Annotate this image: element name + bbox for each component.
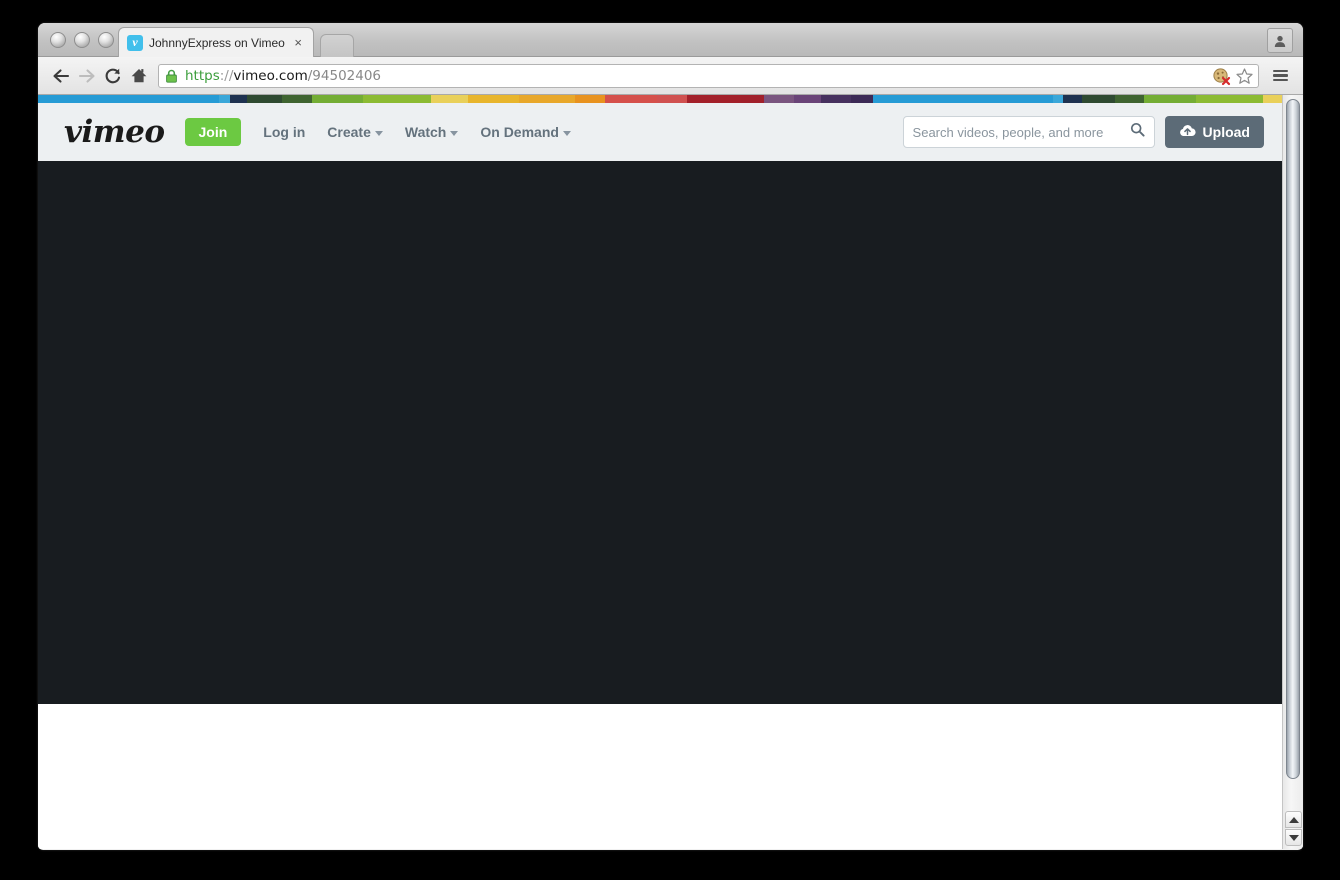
nav-item-label: Create xyxy=(327,124,371,140)
url-separator: :// xyxy=(219,67,234,84)
hamburger-menu-icon[interactable] xyxy=(1267,63,1293,89)
nav-item-on-demand[interactable]: On Demand xyxy=(480,124,571,140)
stripe-segment-6 xyxy=(363,95,432,103)
nav-item-log-in[interactable]: Log in xyxy=(263,124,305,140)
stripe-segment-22 xyxy=(1081,95,1115,103)
url-path: /94502406 xyxy=(307,67,382,84)
nav-item-watch[interactable]: Watch xyxy=(404,124,459,140)
stripe-segment-1 xyxy=(219,95,230,103)
search-icon[interactable] xyxy=(1130,122,1145,142)
url-text: https://vimeo.com/94502406 xyxy=(185,68,381,84)
chevron-down-icon xyxy=(562,130,571,136)
video-player[interactable] xyxy=(38,161,1282,704)
browser-tab[interactable]: v JohnnyExpress on Vimeo × xyxy=(118,27,314,57)
zoom-window-button[interactable] xyxy=(98,32,114,48)
stripe-segment-26 xyxy=(1262,95,1282,103)
stripe-segment-20 xyxy=(1052,95,1063,103)
chevron-down-icon xyxy=(374,130,383,136)
upload-button[interactable]: Upload xyxy=(1164,116,1264,148)
chevron-down-icon xyxy=(450,130,459,136)
nav-item-label: On Demand xyxy=(480,124,559,140)
stripe-segment-9 xyxy=(518,95,575,103)
address-bar[interactable]: https://vimeo.com/94502406 xyxy=(158,63,1259,91)
stripe-segment-11 xyxy=(604,95,658,103)
scroll-up-arrow-icon[interactable] xyxy=(1285,811,1302,828)
stripe-segment-23 xyxy=(1114,95,1144,103)
desktop-background: v JohnnyExpress on Vimeo × https://vimeo… xyxy=(0,0,1340,880)
tab-title: JohnnyExpress on Vimeo xyxy=(149,35,285,50)
stripe-segment-15 xyxy=(763,95,794,103)
close-window-button[interactable] xyxy=(50,32,66,48)
stripe-segment-7 xyxy=(431,95,468,103)
stripe-segment-14 xyxy=(741,95,764,103)
stripe-segment-21 xyxy=(1062,95,1082,103)
upload-button-label: Upload xyxy=(1202,124,1250,140)
star-icon[interactable] xyxy=(1235,67,1254,91)
stripe-segment-25 xyxy=(1196,95,1263,103)
reload-icon[interactable] xyxy=(100,63,126,89)
new-tab-button[interactable] xyxy=(320,34,354,57)
scrollbar-thumb[interactable] xyxy=(1286,99,1300,779)
stripe-segment-8 xyxy=(468,95,519,103)
stripe-segment-18 xyxy=(851,95,874,103)
page-viewport: vimeo Join Log in Create Watch On Demand… xyxy=(38,95,1303,849)
browser-window: v JohnnyExpress on Vimeo × https://vimeo… xyxy=(38,23,1303,850)
header-actions: Upload xyxy=(902,103,1264,161)
stripe-segment-12 xyxy=(657,95,688,103)
stripe-segment-24 xyxy=(1143,95,1196,103)
url-host: vimeo.com xyxy=(233,67,308,84)
vimeo-page: vimeo Join Log in Create Watch On Demand… xyxy=(38,95,1282,849)
stripe-segment-19 xyxy=(873,95,1053,103)
profile-icon[interactable] xyxy=(1267,28,1293,53)
omnibox-actions xyxy=(1212,67,1254,91)
window-controls xyxy=(50,32,114,48)
nav-item-label: Log in xyxy=(263,124,306,140)
minimize-window-button[interactable] xyxy=(74,32,90,48)
join-button[interactable]: Join xyxy=(184,118,242,146)
stripe-segment-10 xyxy=(574,95,605,103)
video-details-section xyxy=(38,704,1282,849)
stripe-segment-2 xyxy=(229,95,248,103)
lock-icon xyxy=(165,69,178,83)
stripe-segment-16 xyxy=(793,95,821,103)
vimeo-favicon-icon: v xyxy=(127,34,143,51)
stripe-segment-17 xyxy=(820,95,852,103)
nav-item-create[interactable]: Create xyxy=(327,124,383,140)
nav-item-label: Watch xyxy=(404,124,447,140)
browser-toolbar: https://vimeo.com/94502406 xyxy=(38,57,1303,95)
stripe-segment-13 xyxy=(687,95,742,103)
url-scheme: https xyxy=(185,67,220,84)
scroll-down-arrow-icon[interactable] xyxy=(1285,829,1302,846)
stripe-segment-4 xyxy=(282,95,313,103)
cloud-upload-icon xyxy=(1179,124,1196,140)
vimeo-color-stripe xyxy=(38,95,1282,103)
search-box[interactable] xyxy=(902,116,1155,148)
stripe-segment-3 xyxy=(247,95,283,103)
stripe-segment-5 xyxy=(312,95,364,103)
search-input[interactable] xyxy=(912,124,1130,140)
page-scrollbar[interactable] xyxy=(1282,95,1303,849)
close-tab-icon[interactable]: × xyxy=(291,36,305,49)
vimeo-logo[interactable]: vimeo xyxy=(64,116,165,148)
cookie-blocked-icon[interactable] xyxy=(1212,67,1231,91)
home-icon[interactable] xyxy=(126,63,152,89)
back-arrow-icon[interactable] xyxy=(48,63,74,89)
vimeo-header: vimeo Join Log in Create Watch On Demand… xyxy=(38,103,1282,161)
stripe-segment-0 xyxy=(38,95,220,103)
tab-strip: v JohnnyExpress on Vimeo × xyxy=(38,23,1303,57)
forward-arrow-icon xyxy=(74,63,100,89)
